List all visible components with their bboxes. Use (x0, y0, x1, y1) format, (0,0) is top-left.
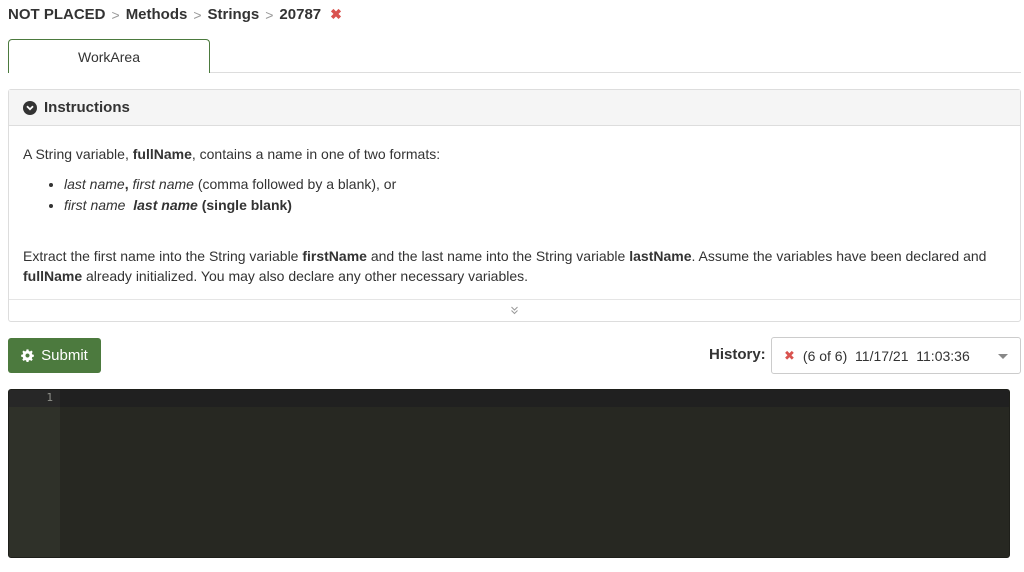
line-number: 1 (46, 391, 53, 404)
caret-down-icon (998, 354, 1008, 359)
submit-button[interactable]: Submit (8, 338, 101, 373)
var-fullname: fullName (23, 268, 83, 284)
breadcrumb-separator: > (193, 6, 202, 23)
breadcrumb-item-problem-id: 20787 (279, 6, 322, 23)
submit-label: Submit (41, 347, 88, 364)
format-note: (comma followed by a blank), or (193, 176, 397, 192)
format-part: last name (133, 197, 198, 213)
format-part: first name (128, 176, 194, 192)
double-chevron-down-icon (510, 302, 519, 320)
chevron-circle-down-icon (23, 100, 37, 115)
list-item: first name last name (single blank) (64, 195, 1006, 216)
intro-text: , contains a name in one of two formats: (191, 146, 441, 162)
history-label: History: (709, 346, 766, 363)
history-select[interactable]: ✖ (6 of 6) 11/17/21 11:03:36 (771, 337, 1021, 374)
instructions-title: Instructions (44, 99, 130, 116)
extract-text: Extract the first name into the String v… (23, 248, 303, 264)
instructions-intro: A String variable, fullName, contains a … (23, 144, 1006, 164)
history-selected-value: (6 of 6) 11/17/21 11:03:36 (802, 347, 970, 364)
breadcrumb-separator: > (265, 6, 274, 23)
extract-text: and the last name into the String variab… (366, 248, 630, 264)
extract-text: already initialized. You may also declar… (82, 268, 529, 284)
gear-icon (21, 349, 34, 362)
var-lastname: lastName (629, 248, 692, 264)
intro-text: A String variable, (23, 146, 133, 162)
page: NOT PLACED > Methods > Strings > 20787 ✖… (0, 0, 1024, 572)
code-input-area[interactable] (60, 390, 1009, 557)
breadcrumb: NOT PLACED > Methods > Strings > 20787 ✖ (8, 6, 342, 23)
breadcrumb-item-methods[interactable]: Methods (126, 6, 188, 23)
failed-status-icon: ✖ (784, 347, 795, 363)
instructions-extract: Extract the first name into the String v… (23, 246, 1006, 286)
expand-toggle[interactable] (9, 299, 1020, 321)
format-part: last name (64, 176, 125, 192)
breadcrumb-item-not-placed[interactable]: NOT PLACED (8, 6, 106, 23)
breadcrumb-item-strings[interactable]: Strings (208, 6, 260, 23)
format-part: first name (64, 197, 126, 213)
instructions-panel: Instructions A String variable, fullName… (8, 89, 1021, 322)
extract-text: . Assume the variables have been declare… (691, 248, 987, 264)
instructions-header[interactable]: Instructions (9, 90, 1020, 126)
format-note: (single blank) (197, 197, 292, 213)
formats-list: last name, first name (comma followed by… (23, 174, 1006, 216)
editor-gutter: 1 (9, 390, 60, 557)
close-icon[interactable]: ✖ (330, 6, 342, 23)
var-fullname: fullName (132, 146, 192, 162)
list-item: last name, first name (comma followed by… (64, 174, 1006, 195)
instructions-body: A String variable, fullName, contains a … (9, 126, 1020, 286)
code-editor[interactable]: 1 (8, 389, 1010, 558)
tab-workarea[interactable]: WorkArea (8, 39, 210, 73)
tab-bar: WorkArea (8, 39, 1021, 73)
breadcrumb-separator: > (111, 6, 120, 23)
var-firstname: firstName (302, 248, 367, 264)
